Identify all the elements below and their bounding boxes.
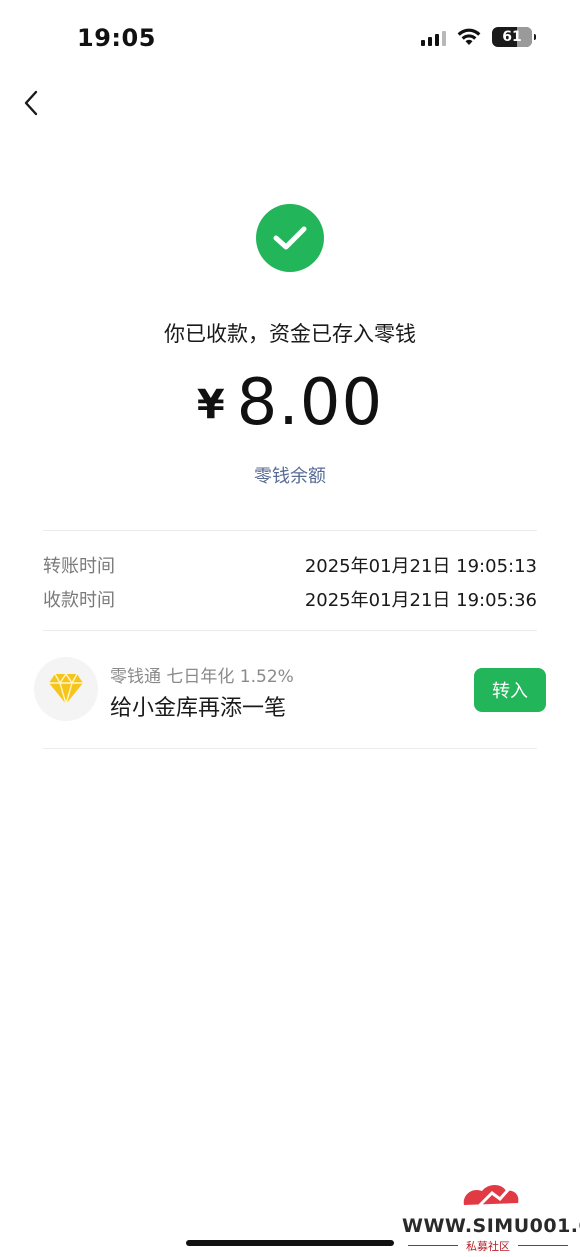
receive-time-value: 2025年01月21日 19:05:36: [304, 590, 537, 611]
promo-subtitle: 零钱通 七日年化 1.52%: [110, 667, 294, 687]
info-row-receive-time: 收款时间 2025年01月21日 19:05:36: [43, 586, 537, 612]
amount-display: ¥ 8.00: [0, 366, 580, 440]
receive-time-label: 收款时间: [43, 590, 115, 611]
success-icon: [256, 204, 324, 272]
divider: [43, 748, 537, 749]
signal-icon: [421, 28, 446, 46]
watermark-url: WWW.SIMU001.CN: [402, 1215, 580, 1237]
divider: [43, 530, 537, 531]
transfer-in-button[interactable]: 转入: [474, 668, 546, 712]
currency-symbol: ¥: [196, 382, 225, 428]
info-row-transfer-time: 转账时间 2025年01月21日 19:05:13: [43, 552, 537, 578]
transfer-time-label: 转账时间: [43, 556, 115, 577]
watermark-caption: 私募社区: [404, 1238, 572, 1254]
receipt-headline: 你已收款，资金已存入零钱: [164, 322, 416, 346]
back-chevron-icon: [24, 90, 38, 116]
back-button[interactable]: [16, 86, 46, 120]
lingqiantong-icon: [34, 657, 98, 721]
divider: [43, 630, 537, 631]
transfer-time-value: 2025年01月21日 19:05:13: [304, 556, 537, 577]
amount-value: 8.00: [236, 366, 384, 440]
battery-level: 61: [502, 29, 522, 45]
payment-received-page: 19:05 61 你已收款，资金已存入零钱 ¥ 8.00 零钱余额 转账时间 2…: [0, 0, 580, 1257]
status-icons: 61: [421, 27, 536, 47]
watermark-logo: [463, 1179, 519, 1211]
wifi-icon: [457, 28, 481, 45]
promo-title: 给小金库再添一笔: [110, 696, 287, 721]
balance-link[interactable]: 零钱余额: [0, 462, 580, 488]
status-time: 19:05: [77, 24, 156, 52]
battery-icon: 61: [492, 27, 536, 47]
diamond-icon: [49, 672, 83, 706]
checkmark-icon: [273, 226, 307, 250]
home-indicator: [186, 1240, 394, 1246]
